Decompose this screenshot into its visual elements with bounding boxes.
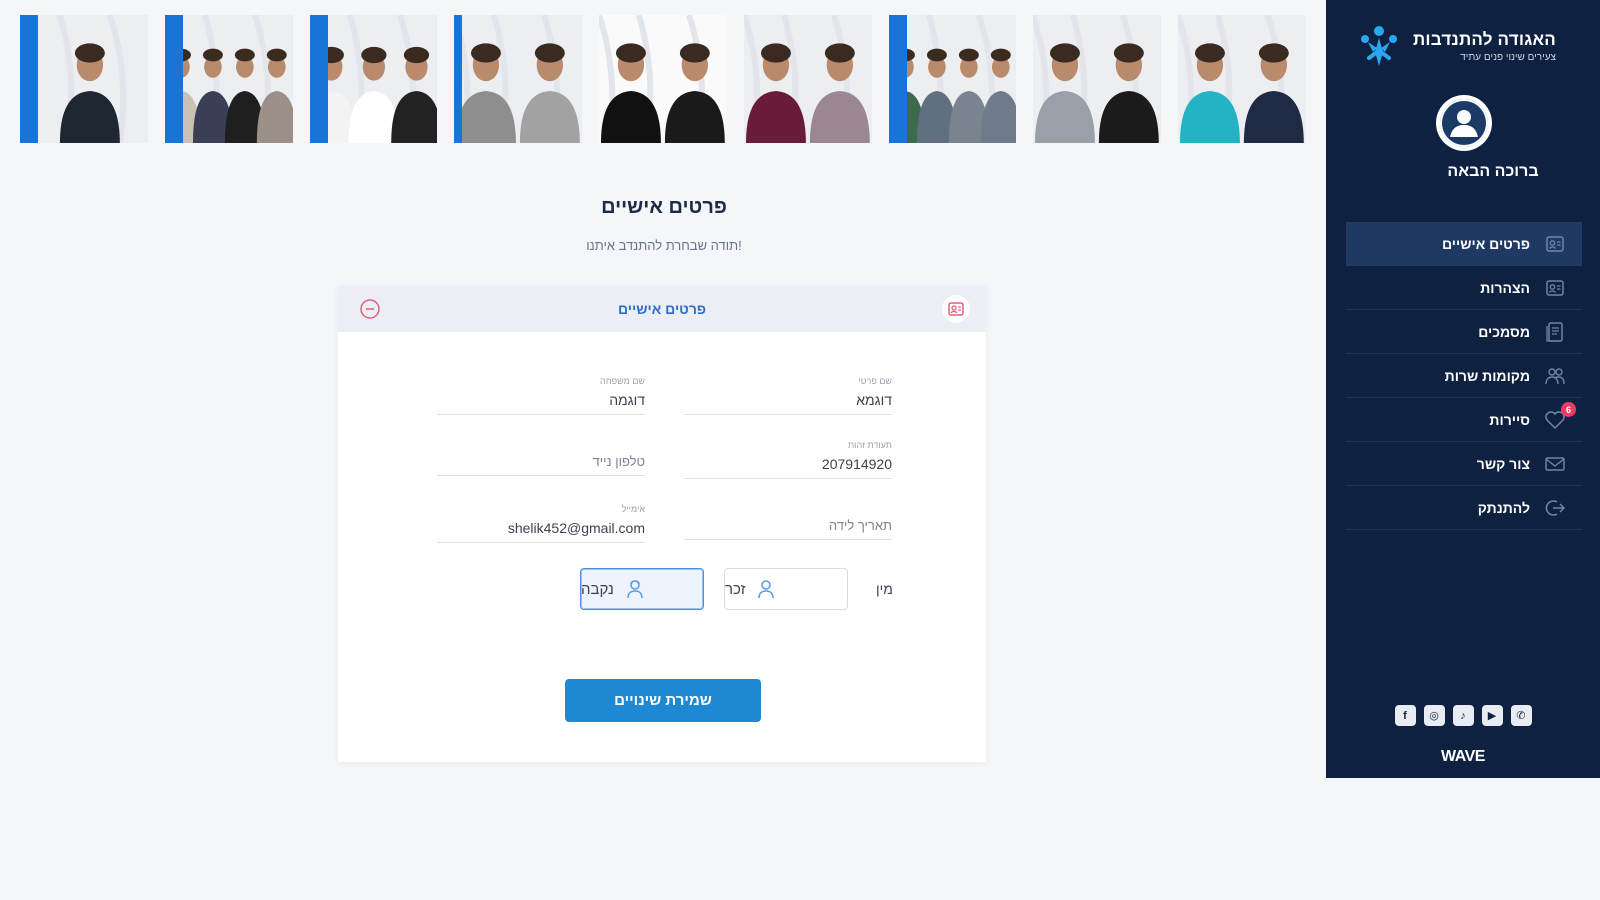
photo-frame-edge (164, 15, 183, 143)
birth-date-field[interactable]: תאריך לידה (684, 514, 892, 540)
first-name-label: שם פרטי (858, 376, 892, 386)
photo-frame-edge (309, 15, 328, 143)
photo-2 (164, 15, 293, 143)
gender-male-option[interactable]: זכר (724, 568, 848, 610)
gender-label: מין (876, 581, 893, 597)
brand-name: האגודה להתנדבות (1413, 29, 1556, 49)
save-changes-button[interactable]: שמירת שינויים (565, 679, 761, 722)
sidebar-item-label: מקומות שרות (1444, 367, 1530, 384)
sidebar: האגודה להתנדבות צעירים שינוי פנים עתיד ב… (1326, 0, 1600, 778)
sidebar-item-2[interactable]: מסמכים (1346, 310, 1582, 354)
declaration-icon (1544, 277, 1566, 299)
photo-3 (309, 15, 438, 143)
social-links: ✆ ▶ ♪ ◎ f (1326, 705, 1600, 726)
photo-6 (743, 15, 872, 143)
photo-strip (20, 15, 1307, 143)
sidebar-item-label: להתנתק (1477, 499, 1530, 516)
card-title: פרטים אישיים (617, 301, 707, 317)
sidebar-item-label: פרטים אישיים (1441, 235, 1530, 252)
sidebar-item-label: צור קשר (1476, 455, 1530, 472)
id-number-field[interactable]: תעודת זהות 207914920 (684, 440, 892, 479)
photo-frame-edge (888, 15, 907, 143)
notification-badge: 6 (1561, 402, 1576, 417)
email-field[interactable]: אימייל shelik452@gmail.com (437, 504, 645, 543)
photo-9 (1178, 15, 1307, 143)
email-label: אימייל (621, 504, 645, 514)
first-name-value: דוגמא (856, 392, 892, 408)
gender-male-label: זכר (725, 580, 746, 598)
id-number-label: תעודת זהות (847, 440, 892, 450)
user-avatar-icon (1440, 99, 1488, 147)
sidebar-item-3[interactable]: מקומות שרות (1346, 354, 1582, 398)
sidebar-item-5[interactable]: צור קשר (1346, 442, 1582, 486)
page-subtitle: תודה שבחרת להתנדב איתנו! (586, 238, 742, 253)
collapse-icon[interactable] (356, 295, 384, 323)
sidebar-item-label: מסמכים (1478, 323, 1530, 340)
male-person-icon (758, 580, 775, 599)
photo-frame-edge (20, 15, 38, 143)
sidebar-nav: פרטים אישיים הצהרות מסמכים מקומות שרות סיירו… (1346, 222, 1582, 530)
brand-logo-icon (1361, 26, 1398, 66)
sidebar-item-4[interactable]: סיירות 6 (1346, 398, 1582, 442)
sidebar-item-0[interactable]: פרטים אישיים (1346, 222, 1582, 266)
welcome-text: ברוכה הבאה (1447, 163, 1539, 180)
last-name-value: דוגמה (609, 392, 645, 408)
mobile-field[interactable]: טלפון נייד (437, 450, 645, 476)
photo-frame-edge (454, 15, 463, 143)
youtube-icon[interactable]: ▶ (1481, 705, 1503, 726)
people-icon (1544, 365, 1566, 387)
photo-4 (454, 15, 583, 143)
email-value: shelik452@gmail.com (507, 520, 645, 536)
card-header: פרטים אישיים (338, 286, 986, 332)
id-number-value: 207914920 (821, 456, 892, 472)
sidebar-item-1[interactable]: הצהרות (1346, 266, 1582, 310)
brand[interactable]: האגודה להתנדבות צעירים שינוי פנים עתיד (1355, 22, 1556, 70)
tiktok-icon[interactable]: ♪ (1452, 705, 1474, 726)
documents-icon (1544, 321, 1566, 343)
footer-logo: WAVE (1441, 748, 1485, 765)
brand-tagline: צעירים שינוי פנים עתיד (1460, 51, 1556, 63)
last-name-label: שם משפחה (600, 376, 645, 386)
gender-female-option[interactable]: נקבה (580, 568, 704, 610)
gender-female-label: נקבה (581, 580, 614, 598)
instagram-icon[interactable]: ◎ (1423, 705, 1445, 726)
sidebar-item-label: הצהרות (1480, 279, 1530, 296)
profile-card-icon (942, 295, 970, 323)
mobile-placeholder: טלפון נייד (592, 454, 645, 469)
page-title: פרטים אישיים (601, 196, 727, 218)
photo-1 (20, 15, 148, 143)
birth-date-placeholder: תאריך לידה (828, 518, 892, 533)
logout-icon (1544, 497, 1566, 519)
female-person-icon (627, 580, 643, 599)
sidebar-item-6[interactable]: להתנתק (1346, 486, 1582, 530)
avatar[interactable] (1436, 95, 1492, 151)
mail-icon (1544, 453, 1566, 475)
photo-7 (888, 15, 1017, 143)
sidebar-item-label: סיירות (1489, 411, 1530, 428)
whatsapp-icon[interactable]: ✆ (1510, 705, 1532, 726)
first-name-field[interactable]: שם פרטי דוגמא (684, 376, 892, 415)
photo-8 (1033, 15, 1162, 143)
photo-5 (599, 15, 727, 143)
facebook-icon[interactable]: f (1394, 705, 1416, 726)
last-name-field[interactable]: שם משפחה דוגמה (437, 376, 645, 415)
profile-card-icon (1544, 233, 1566, 255)
